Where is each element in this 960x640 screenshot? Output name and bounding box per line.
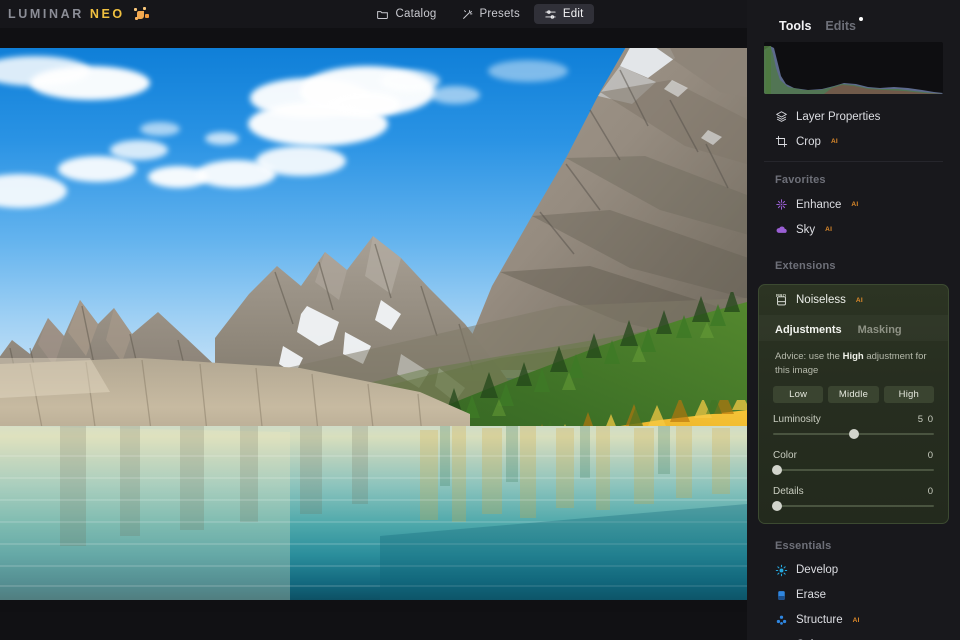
preset-high-button[interactable]: High	[883, 385, 934, 403]
slider-label-details: Details	[773, 485, 804, 497]
slider-handle-luminosity[interactable]	[848, 428, 859, 439]
nav-label-presets: Presets	[479, 8, 520, 20]
tab-tools-label: Tools	[779, 18, 812, 33]
tool-crop[interactable]: Crop AI	[747, 129, 960, 154]
tool-enhance[interactable]: Enhance AI	[747, 192, 960, 217]
preset-middle-button[interactable]: Middle	[828, 385, 879, 403]
tool-sky[interactable]: Sky AI	[747, 217, 960, 242]
nav-label-edit: Edit	[562, 8, 584, 20]
nav-item-catalog[interactable]: Catalog	[366, 4, 446, 24]
erase-icon	[775, 589, 788, 602]
noiseless-tab-bar: Adjustments Masking	[759, 315, 948, 341]
slider-color: Color 0	[759, 439, 948, 475]
tab-masking[interactable]: Masking	[858, 324, 902, 336]
photo-preview[interactable]	[0, 48, 747, 600]
slider-handle-details[interactable]	[772, 500, 782, 511]
tool-layer-properties[interactable]: Layer Properties	[747, 104, 960, 129]
ai-badge: AI	[830, 138, 839, 145]
logo-mark-icon	[133, 7, 149, 21]
slider-track-luminosity[interactable]	[773, 428, 934, 439]
tool-label-develop: Develop	[796, 564, 839, 577]
nav-item-presets[interactable]: Presets	[451, 4, 530, 24]
ai-badge: AI	[825, 226, 833, 233]
tool-label-crop: Crop	[796, 135, 821, 148]
canvas-area: 15% Actions	[0, 28, 747, 612]
section-favorites-title: Favorites	[775, 174, 826, 186]
logo-text-neo: NEO	[89, 7, 125, 21]
noiseless-label: Noiseless	[796, 294, 846, 306]
tool-color[interactable]: Color	[747, 633, 960, 640]
photo-cloud	[110, 140, 168, 160]
advice-prefix: Advice: use the	[775, 351, 843, 362]
sparkle-icon	[775, 198, 788, 211]
photo-cloud	[205, 132, 239, 145]
nav-item-edit[interactable]: Edit	[533, 4, 594, 24]
photo-cloud	[140, 122, 180, 136]
slider-luminosity: Luminosity 5 0	[759, 403, 948, 439]
tool-develop[interactable]: Develop	[747, 558, 960, 583]
logo-text-luminar: LUMINAR	[8, 7, 84, 21]
tool-structure[interactable]: Structure AI	[747, 608, 960, 633]
tab-tools[interactable]: Tools	[779, 19, 811, 33]
tool-label-sky: Sky	[796, 223, 816, 236]
slider-rail	[773, 468, 934, 471]
preset-low-button[interactable]: Low	[773, 385, 824, 403]
photo-cloud	[256, 146, 346, 176]
panel-tab-bar: Tools Edits	[747, 0, 960, 36]
section-extensions-title: Extensions	[775, 260, 836, 272]
slider-track-details[interactable]	[772, 500, 934, 511]
tool-label-layer-properties: Layer Properties	[796, 110, 881, 123]
edits-badge-dot	[858, 16, 863, 21]
noiseless-icon: PRO	[775, 292, 788, 307]
advice-strong: High	[842, 351, 864, 362]
sliders-icon	[544, 8, 557, 21]
photo-cloud	[330, 92, 400, 116]
ai-badge: AI	[855, 296, 863, 304]
slider-rail	[773, 504, 934, 507]
slider-label-luminosity: Luminosity	[773, 413, 821, 425]
tab-edits-label: Edits	[825, 18, 856, 33]
tab-edits[interactable]: Edits	[825, 16, 863, 33]
extension-card-noiseless: PRO Noiseless AI Adjustments Masking Adv…	[758, 284, 949, 524]
slider-handle-color[interactable]	[772, 464, 782, 475]
photo-reflections	[0, 426, 747, 600]
structure-icon	[775, 614, 788, 627]
ai-badge: AI	[852, 616, 860, 624]
nav-label-catalog: Catalog	[395, 8, 437, 20]
luminar-neo-window: LUMINAR NEO Catalog Presets Edit Tools E…	[0, 0, 960, 640]
photo-cloud	[58, 156, 136, 182]
slider-track-color[interactable]	[772, 464, 934, 475]
tool-label-enhance: Enhance	[796, 198, 842, 211]
ai-badge: AI	[851, 201, 859, 208]
right-tools-panel: Tools Edits Layer Properties Crop AI Fav…	[747, 0, 960, 640]
develop-sun-icon	[775, 564, 788, 577]
layers-icon	[775, 110, 788, 123]
noiseless-header[interactable]: PRO Noiseless AI	[759, 285, 948, 315]
slider-value-color: 0	[927, 449, 934, 461]
app-logo: LUMINAR NEO	[0, 7, 149, 21]
tab-adjustments[interactable]: Adjustments	[775, 324, 842, 336]
tool-erase[interactable]: Erase	[747, 583, 960, 608]
pro-badge: PRO	[776, 292, 787, 298]
histogram	[764, 42, 943, 94]
slider-value-details: 0	[927, 485, 934, 497]
folder-icon	[376, 8, 389, 21]
slider-label-color: Color	[773, 449, 797, 461]
wand-icon	[461, 8, 474, 21]
slider-value-luminosity: 5 0	[917, 413, 934, 425]
crop-icon	[775, 135, 788, 148]
section-essentials-title: Essentials	[775, 539, 832, 552]
photo-cloud	[380, 70, 440, 92]
tool-label-erase: Erase	[796, 589, 827, 602]
noise-preset-group: Low Middle High	[759, 378, 948, 403]
advice-text: Advice: use the High adjustment for this…	[759, 341, 948, 378]
tool-label-structure: Structure	[796, 614, 843, 627]
slider-details: Details 0	[759, 475, 948, 511]
cloud-icon	[775, 223, 788, 236]
